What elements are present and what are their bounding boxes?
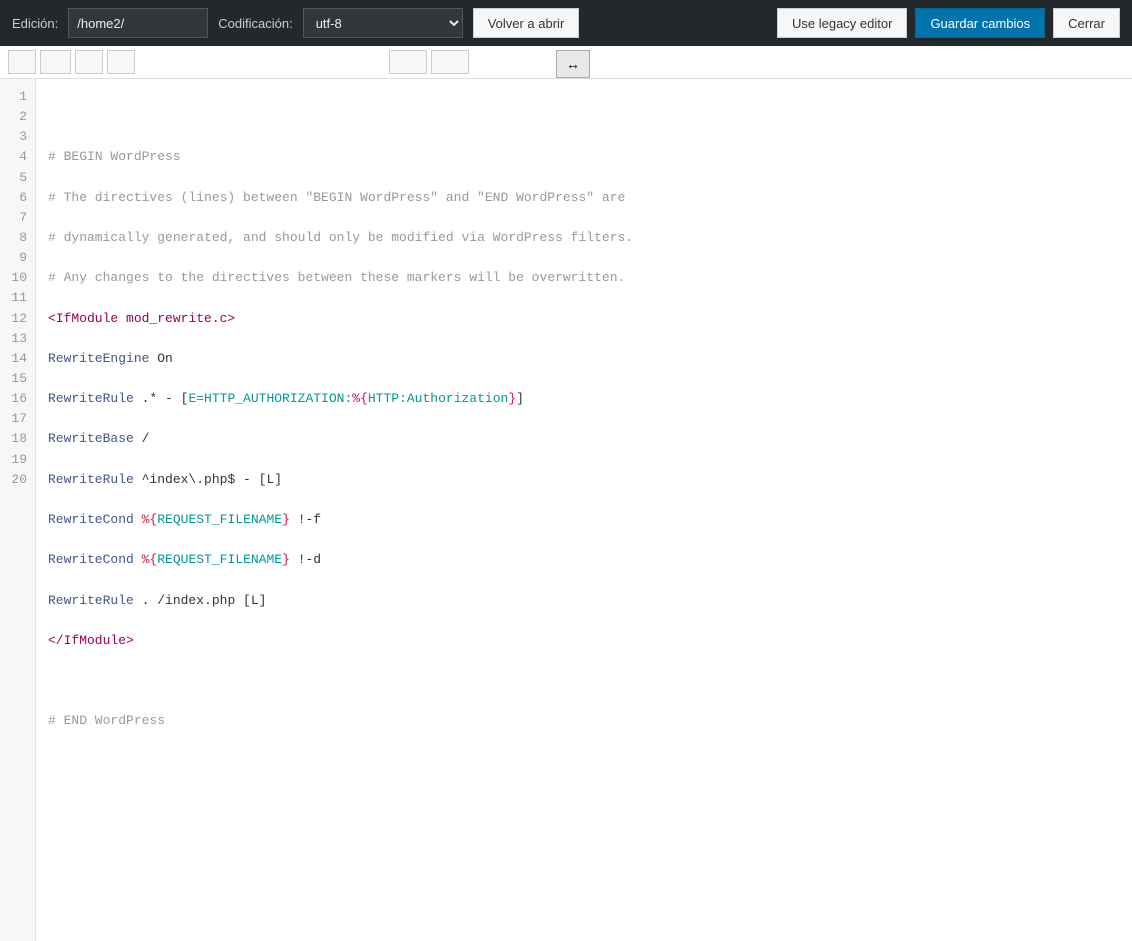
code-line-14: </IfModule> — [48, 631, 1120, 651]
code-line-18 — [48, 792, 1120, 812]
line-num-17: 17 — [0, 409, 35, 429]
ctrl-btn-4[interactable] — [107, 50, 135, 74]
ctrl-btn-5[interactable] — [389, 50, 427, 74]
ctrl-btn-2[interactable] — [40, 50, 71, 74]
code-line-2: # BEGIN WordPress — [48, 147, 1120, 167]
line-num-14: 14 — [0, 349, 35, 369]
code-line-5: # Any changes to the directives between … — [48, 268, 1120, 288]
ctrl-btn-3[interactable] — [75, 50, 103, 74]
code-line-8: RewriteRule .* - [E=HTTP_AUTHORIZATION:%… — [48, 389, 1120, 409]
line-num-16: 16 — [0, 389, 35, 409]
code-line-11: RewriteCond %{REQUEST_FILENAME} !-f — [48, 510, 1120, 530]
code-line-13: RewriteRule . /index.php [L] — [48, 591, 1120, 611]
edition-label: Edición: — [12, 16, 58, 31]
code-editor[interactable]: # BEGIN WordPress # The directives (line… — [36, 79, 1132, 941]
resize-button[interactable]: ↔ — [556, 50, 590, 78]
code-line-7: RewriteEngine On — [48, 349, 1120, 369]
edition-input[interactable] — [68, 8, 208, 38]
code-line-19 — [48, 832, 1120, 852]
line-num-11: 11 — [0, 288, 35, 308]
line-num-8: 8 — [0, 228, 35, 248]
code-line-1 — [48, 107, 1120, 127]
code-line-9: RewriteBase / — [48, 429, 1120, 449]
legacy-editor-button[interactable]: Use legacy editor — [777, 8, 907, 38]
code-line-20 — [48, 872, 1120, 892]
save-button[interactable]: Guardar cambios — [915, 8, 1045, 38]
editor-controls-bar: ↔ — [0, 46, 1132, 79]
code-line-3: # The directives (lines) between "BEGIN … — [48, 188, 1120, 208]
line-num-12: 12 — [0, 309, 35, 329]
line-num-10: 10 — [0, 268, 35, 288]
line-num-1: 1 — [0, 87, 35, 107]
toolbar-right: Use legacy editor Guardar cambios Cerrar — [777, 8, 1120, 38]
ctrl-btn-1[interactable] — [8, 50, 36, 74]
encoding-select[interactable]: utf-8 iso-8859-1 ascii utf-16 — [303, 8, 463, 38]
close-button[interactable]: Cerrar — [1053, 8, 1120, 38]
line-num-6: 6 — [0, 188, 35, 208]
toolbar: Edición: Codificación: utf-8 iso-8859-1 … — [0, 0, 1132, 46]
code-line-15 — [48, 671, 1120, 691]
code-line-17 — [48, 752, 1120, 772]
line-num-19: 19 — [0, 450, 35, 470]
encoding-label: Codificación: — [218, 16, 292, 31]
line-num-7: 7 — [0, 208, 35, 228]
resize-icon: ↔ — [566, 56, 580, 72]
line-num-2: 2 — [0, 107, 35, 127]
line-num-20: 20 — [0, 470, 35, 490]
line-num-13: 13 — [0, 329, 35, 349]
line-numbers: 1 2 3 4 5 6 7 8 9 10 11 12 13 14 15 16 1… — [0, 79, 36, 941]
reopen-button[interactable]: Volver a abrir — [473, 8, 580, 38]
code-line-12: RewriteCond %{REQUEST_FILENAME} !-d — [48, 550, 1120, 570]
line-num-3: 3 — [0, 127, 35, 147]
editor-area: 1 2 3 4 5 6 7 8 9 10 11 12 13 14 15 16 1… — [0, 79, 1132, 941]
code-line-4: # dynamically generated, and should only… — [48, 228, 1120, 248]
line-num-15: 15 — [0, 369, 35, 389]
code-line-16: # END WordPress — [48, 711, 1120, 731]
line-num-4: 4 — [0, 147, 35, 167]
line-num-18: 18 — [0, 429, 35, 449]
code-line-6: <IfModule mod_rewrite.c> — [48, 309, 1120, 329]
line-num-9: 9 — [0, 248, 35, 268]
ctrl-btn-6[interactable] — [431, 50, 469, 74]
code-line-10: RewriteRule ^index\.php$ - [L] — [48, 470, 1120, 490]
line-num-5: 5 — [0, 168, 35, 188]
